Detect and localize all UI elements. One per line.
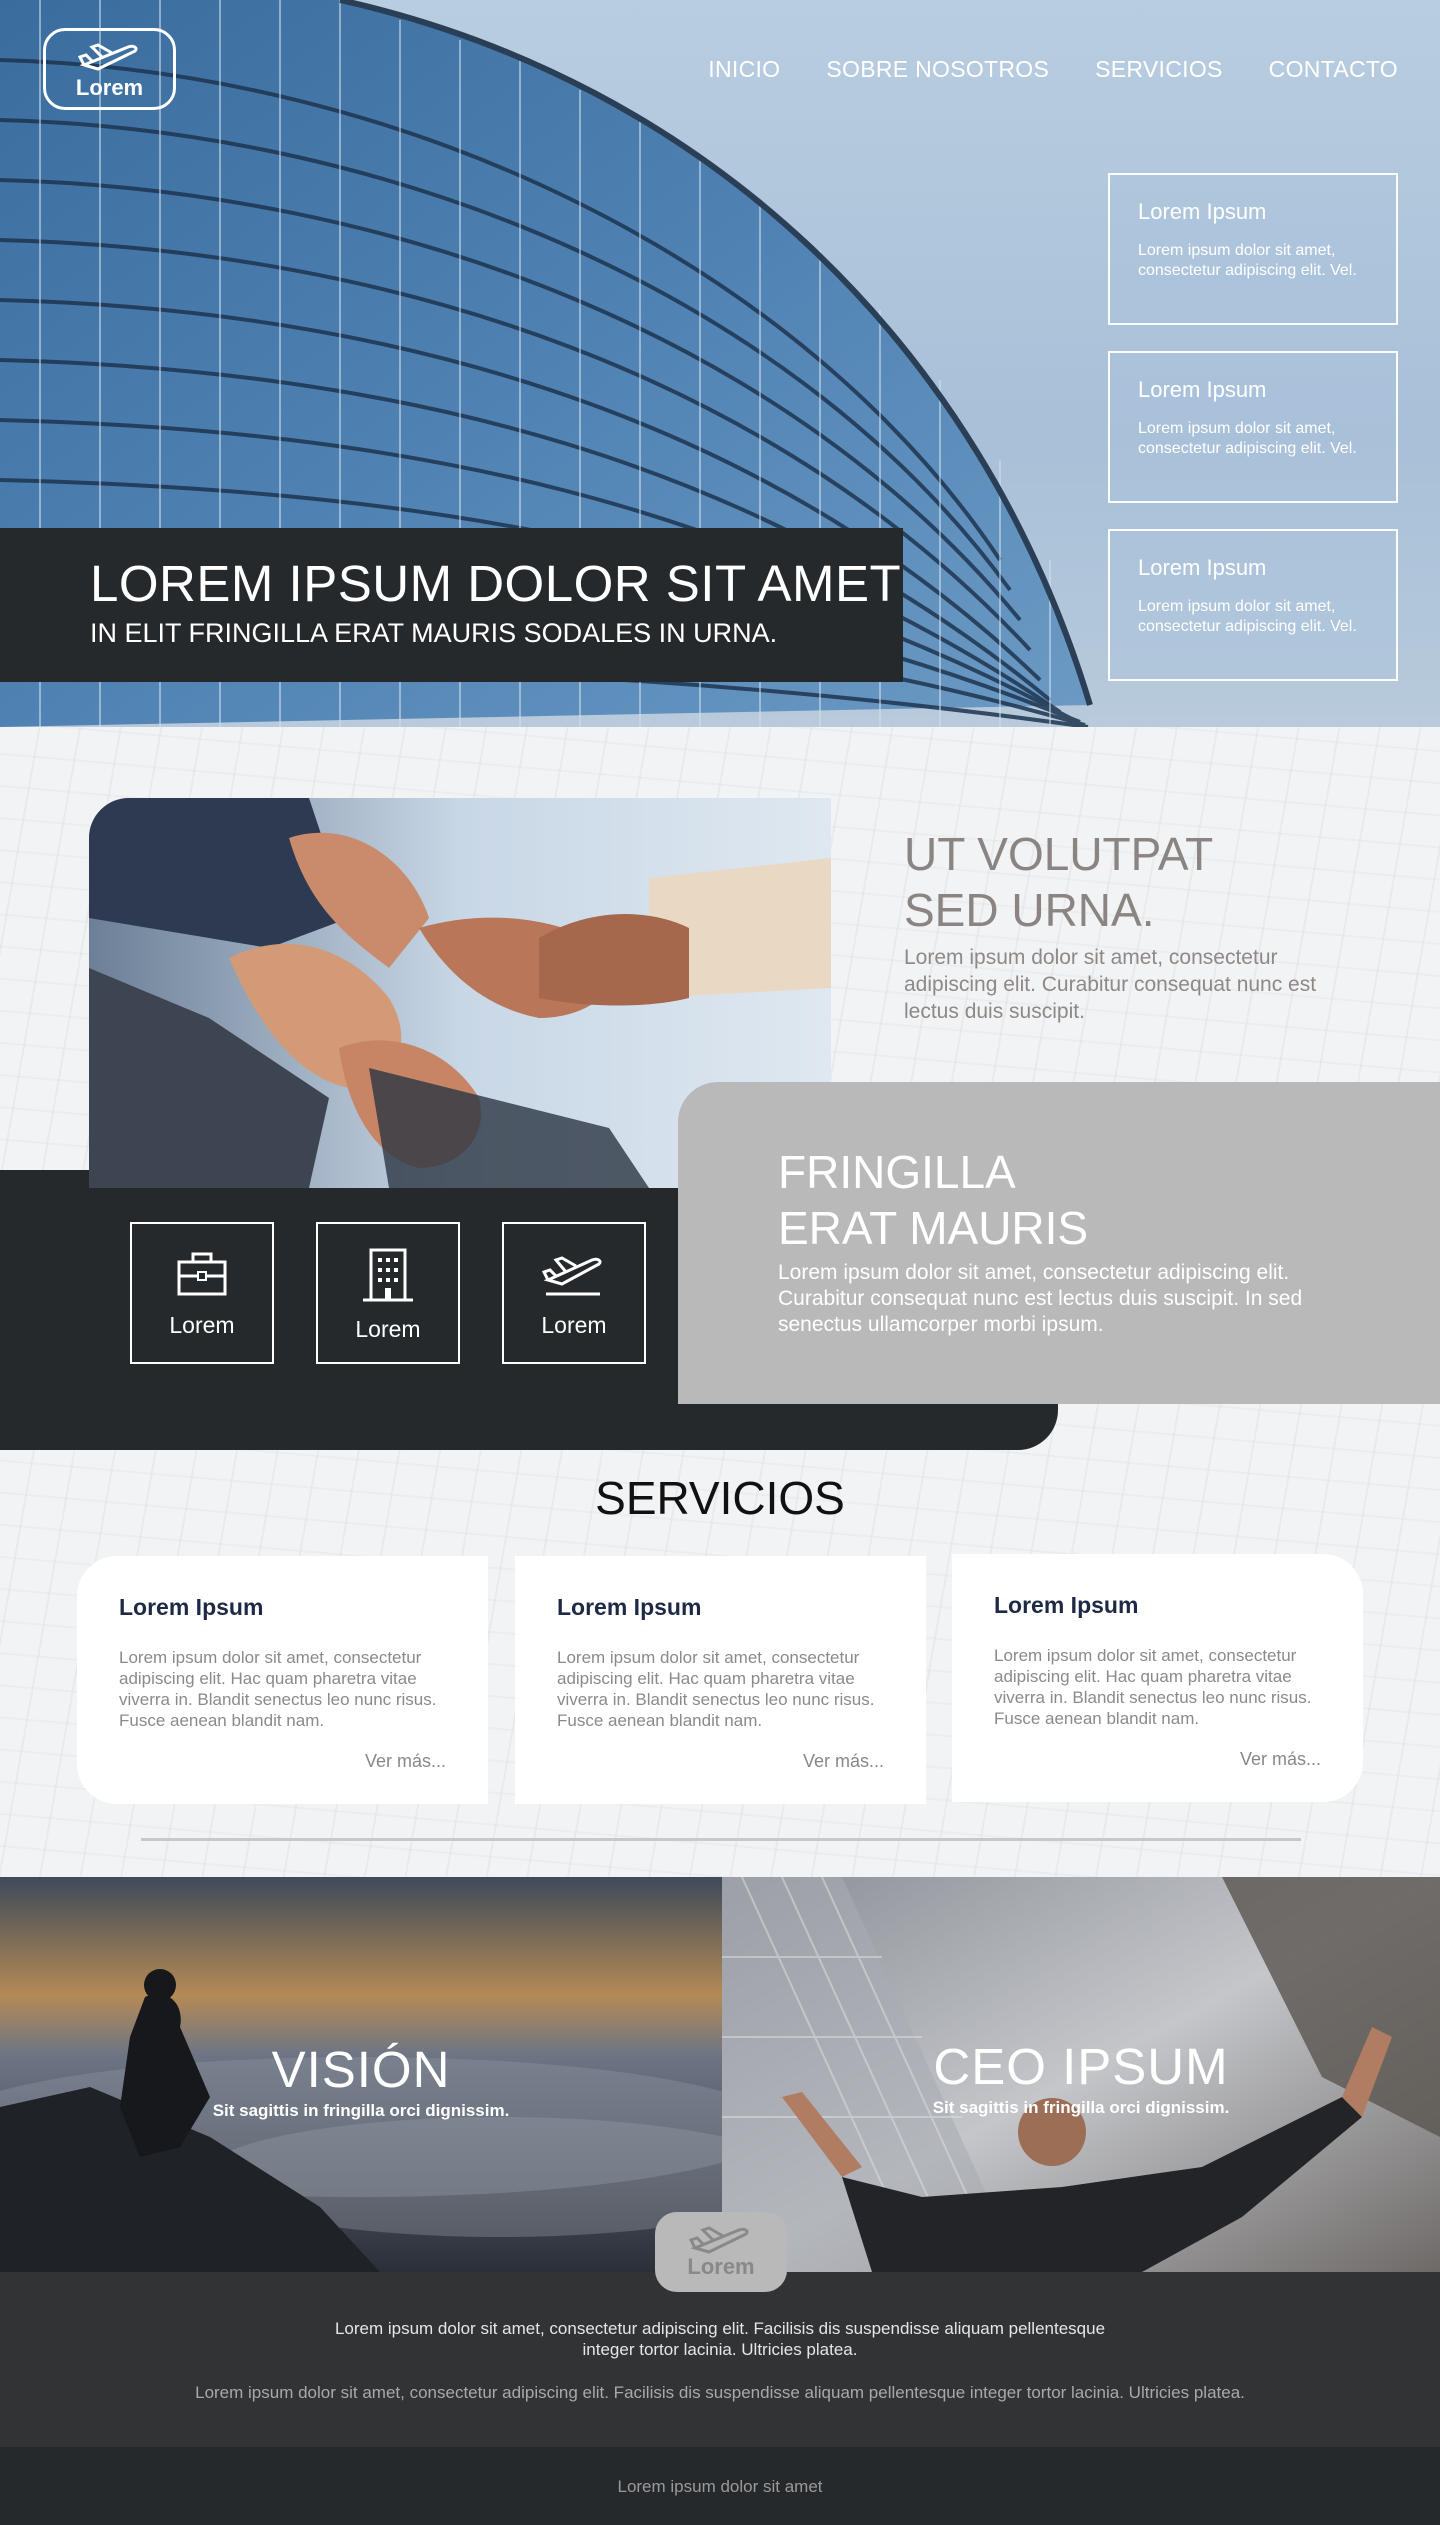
service-card-title: Lorem Ipsum [119,1594,264,1620]
briefcase-icon [177,1252,227,1296]
feature-title: FRINGILLA ERAT MAURIS [778,1144,1440,1256]
hero-card-text: Lorem ipsum dolor sit amet, consectetur … [1138,598,1357,635]
about-title: UT VOLUTPAT SED URNA. [904,826,1213,938]
service-card-2: Lorem Ipsum Lorem ipsum dolor sit amet, … [515,1556,926,1804]
icon-tile-briefcase[interactable]: Lorem [130,1222,274,1364]
hero-section: Lorem INICIO SOBRE NOSOTROS SERVICIOS CO… [0,0,1440,727]
plane-icon [689,2226,749,2254]
service-card-1: Lorem Ipsum Lorem ipsum dolor sit amet, … [77,1556,488,1804]
service-card-text: Lorem ipsum dolor sit amet, consectetur … [994,1646,1312,1728]
hero-card-title: Lorem Ipsum [1138,377,1267,402]
hero-card-text: Lorem ipsum dolor sit amet, consectetur … [1138,242,1357,279]
service-card-text: Lorem ipsum dolor sit amet, consectetur … [119,1648,437,1730]
hero-card-3[interactable]: Lorem Ipsum Lorem ipsum dolor sit amet, … [1108,529,1398,681]
ver-mas-link[interactable]: Ver más... [803,1751,884,1772]
hero-subtitle: IN ELIT FRINGILLA ERAT MAURIS SODALES IN… [90,618,778,648]
feature-title-line1: FRINGILLA [778,1146,1016,1198]
hero-banner: LOREM IPSUM DOLOR SIT AMET IN ELIT FRING… [0,528,903,682]
nav-servicios[interactable]: SERVICIOS [1095,56,1223,83]
about-text: Lorem ipsum dolor sit amet, consectetur … [904,946,1317,1023]
nav-contacto[interactable]: CONTACTO [1269,56,1398,83]
logo[interactable]: Lorem [43,28,176,110]
ceo-text: CEO IPSUM Sit sagittis in fringilla orci… [722,2037,1440,2118]
vision-title: VISIÓN [271,2041,451,2098]
hero-card-title: Lorem Ipsum [1138,555,1267,580]
ceo-title: CEO IPSUM [933,2038,1229,2095]
service-card-title: Lorem Ipsum [994,1592,1139,1618]
hero-card-1[interactable]: Lorem Ipsum Lorem ipsum dolor sit amet, … [1108,173,1398,325]
about-title-line2: SED URNA. [904,884,1155,936]
ver-mas-link[interactable]: Ver más... [365,1751,446,1772]
hero-card-text: Lorem ipsum dolor sit amet, consectetur … [1138,420,1357,457]
vision-text: VISIÓN Sit sagittis in fringilla orci di… [0,2040,722,2121]
feature-card: FRINGILLA ERAT MAURIS Lorem ipsum dolor … [678,1082,1440,1404]
hero-card-2[interactable]: Lorem Ipsum Lorem ipsum dolor sit amet, … [1108,351,1398,503]
footer-logo[interactable]: Lorem [655,2212,787,2292]
section-divider [141,1838,1301,1841]
vision-subtitle: Sit sagittis in fringilla orci dignissim… [212,2101,510,2120]
ceo-panel: CEO IPSUM Sit sagittis in fringilla orci… [722,1877,1440,2272]
service-card-text: Lorem ipsum dolor sit amet, consectetur … [557,1648,875,1730]
nav-inicio[interactable]: INICIO [708,56,780,83]
building-icon [363,1248,413,1302]
plane-departure-icon [542,1256,602,1296]
ceo-subtitle: Sit sagittis in fringilla orci dignissim… [932,2098,1230,2117]
footer-logo-text: Lorem [687,2254,755,2279]
logo-text: Lorem [75,75,144,100]
feature-text: Lorem ipsum dolor sit amet, consectetur … [778,1261,1303,1336]
footer-secondary-text: Lorem ipsum dolor sit amet, consectetur … [195,2383,1245,2402]
icon-tile-label: Lorem [541,1312,607,1338]
footer-text: Lorem ipsum dolor sit amet, consectetur … [334,2319,1106,2359]
about-title-line1: UT VOLUTPAT [904,828,1214,880]
feature-title-line2: ERAT MAURIS [778,1202,1089,1254]
service-card-3: Lorem Ipsum Lorem ipsum dolor sit amet, … [952,1554,1363,1802]
copyright-text: Lorem ipsum dolor sit amet [617,2477,823,2496]
vision-panel: VISIÓN Sit sagittis in fringilla orci di… [0,1877,722,2272]
nav-sobre-nosotros[interactable]: SOBRE NOSOTROS [826,56,1049,83]
hero-title: LOREM IPSUM DOLOR SIT AMET [90,555,902,612]
main-nav: INICIO SOBRE NOSOTROS SERVICIOS CONTACTO [708,56,1398,83]
plane-icon [77,43,137,71]
icon-tile-building[interactable]: Lorem [316,1222,460,1364]
services-title: SERVICIOS [595,1472,845,1524]
icon-tile-label: Lorem [169,1312,235,1338]
hero-card-title: Lorem Ipsum [1138,199,1267,224]
icon-tile-label: Lorem [355,1316,421,1342]
icon-tile-plane[interactable]: Lorem [502,1222,646,1364]
service-card-title: Lorem Ipsum [557,1594,702,1620]
ver-mas-link[interactable]: Ver más... [1240,1749,1321,1770]
